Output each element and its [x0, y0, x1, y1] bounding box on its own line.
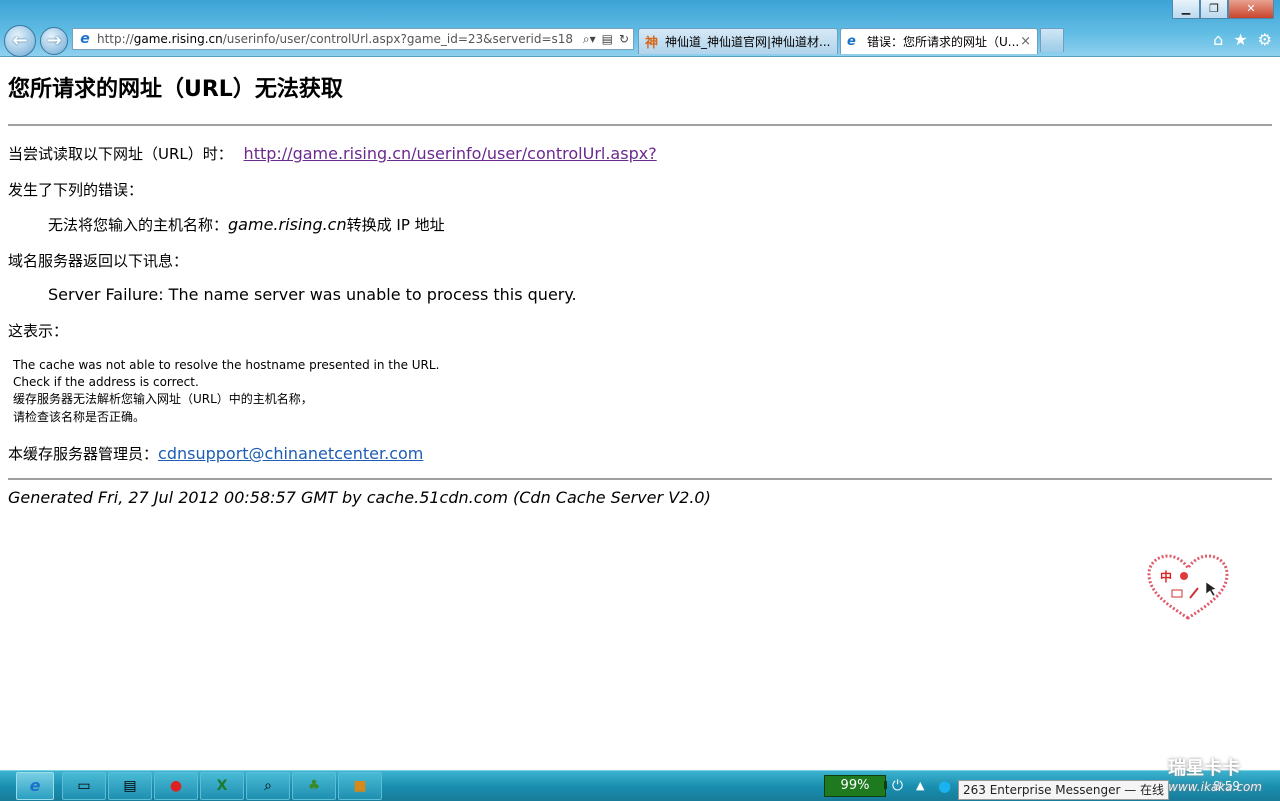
- error-host: game.rising.cn: [228, 215, 347, 234]
- floating-heart-widget[interactable]: 中: [1146, 554, 1230, 622]
- folder-icon: ▭: [77, 778, 91, 794]
- taskbar-android-button[interactable]: ♣: [292, 772, 336, 800]
- search-icon[interactable]: ⌕▾: [583, 32, 596, 47]
- tray-expand-icon[interactable]: ▲: [916, 779, 924, 792]
- taskbar-excel-button[interactable]: X: [200, 772, 244, 800]
- favorites-star-icon[interactable]: ★: [1233, 30, 1247, 49]
- settings-gear-icon[interactable]: ⚙: [1258, 30, 1272, 49]
- taskbar-explorer-button[interactable]: ▭: [62, 772, 106, 800]
- weibo-icon: ●: [169, 778, 183, 794]
- taskbar-ie-button[interactable]: e: [16, 772, 54, 800]
- attempt-line: 当尝试读取以下网址（URL）时： http://game.rising.cn/u…: [8, 144, 657, 163]
- admin-line: 本缓存服务器管理员：cdnsupport@chinanetcenter.com: [8, 444, 424, 463]
- battery-tip: [884, 781, 887, 789]
- refresh-icon[interactable]: ↻: [619, 32, 629, 47]
- tab-shenxiandao[interactable]: 神 神仙道_神仙道官网|神仙道材...: [638, 28, 838, 54]
- address-text[interactable]: http://game.rising.cn/userinfo/user/cont…: [97, 32, 583, 46]
- taskbar: e ▭ ▤ ● X ⌕ ♣ ■ 99% ⏻ ▲ ● 263 Enterprise…: [0, 770, 1280, 801]
- meaning-label: 这表示：: [8, 322, 69, 340]
- tab-label: 神仙道_神仙道官网|神仙道材...: [665, 35, 831, 49]
- power-plug-icon[interactable]: ⏻: [892, 778, 903, 794]
- explain-line-4: 请检查该名称是否正确。: [13, 410, 146, 424]
- admin-email-link[interactable]: cdnsupport@chinanetcenter.com: [158, 444, 423, 463]
- dns-label: 域名服务器返回以下讯息：: [8, 252, 189, 270]
- back-button[interactable]: ←: [4, 25, 36, 57]
- excel-icon: X: [216, 778, 228, 794]
- error-label: 发生了下列的错误：: [8, 181, 144, 199]
- browser-tools: ⌂ ★ ⚙: [1213, 30, 1272, 49]
- ie-favicon-icon: e: [847, 34, 856, 49]
- tab-error-page[interactable]: e 错误：您所请求的网址（U... ×: [840, 28, 1038, 54]
- close-window-button[interactable]: ✕: [1228, 0, 1274, 19]
- magnifier-icon: ⌕: [264, 778, 272, 794]
- restore-button[interactable]: ❐: [1200, 0, 1228, 19]
- ie-page-icon: e: [80, 31, 90, 47]
- battery-indicator[interactable]: 99%: [824, 775, 886, 797]
- error-detail: 无法将您输入的主机名称：game.rising.cn转换成 IP 地址: [48, 215, 445, 234]
- browser-chrome: ▁ ❐ ✕ ← → e http://game.rising.cn/userin…: [0, 0, 1280, 57]
- window-controls: ▁ ❐ ✕: [1172, 0, 1274, 19]
- watermark: 瑞星卡卡 www.ikaka.com: [1168, 758, 1262, 794]
- dns-message: Server Failure: The name server was unab…: [48, 285, 577, 304]
- page-title: 您所请求的网址（URL）无法获取: [8, 77, 343, 102]
- taskbar-search-button[interactable]: ⌕: [246, 772, 290, 800]
- heart-icon: 中: [1147, 554, 1229, 620]
- home-icon[interactable]: ⌂: [1213, 30, 1223, 49]
- new-tab-button[interactable]: [1040, 28, 1064, 52]
- ie-icon: e: [29, 776, 41, 795]
- address-tools: ⌕▾ ▤ ↻: [583, 32, 633, 47]
- compatibility-view-icon[interactable]: ▤: [602, 32, 613, 47]
- back-arrow-icon: ←: [12, 30, 28, 51]
- attempt-url-link[interactable]: http://game.rising.cn/userinfo/user/cont…: [244, 144, 657, 163]
- taskbar-weibo-button[interactable]: ●: [154, 772, 198, 800]
- forward-arrow-icon: →: [46, 30, 62, 51]
- minimize-button[interactable]: ▁: [1172, 0, 1200, 19]
- taskbar-app-button[interactable]: ▤: [108, 772, 152, 800]
- tab-label: 错误：您所请求的网址（U...: [867, 35, 1020, 49]
- qq-tray-icon[interactable]: ●: [938, 777, 951, 795]
- ruixing-icon: ■: [353, 778, 367, 794]
- address-bar[interactable]: e http://game.rising.cn/userinfo/user/co…: [72, 28, 634, 50]
- svg-text:中: 中: [1160, 569, 1172, 584]
- explain-line-1: The cache was not able to resolve the ho…: [13, 358, 440, 372]
- title-divider: [8, 124, 1272, 126]
- close-tab-icon[interactable]: ×: [1020, 34, 1031, 49]
- forward-button[interactable]: →: [40, 27, 68, 55]
- android-icon: ♣: [307, 778, 321, 794]
- document-icon: ▤: [123, 778, 137, 794]
- taskbar-ruixing-button[interactable]: ■: [338, 772, 382, 800]
- tray-notification[interactable]: 263 Enterprise Messenger — 在线: [958, 780, 1170, 800]
- explain-line-3: 缓存服务器无法解析您输入网址（URL）中的主机名称，: [13, 392, 313, 406]
- explain-line-2: Check if the address is correct.: [13, 375, 199, 389]
- generated-footer: Generated Fri, 27 Jul 2012 00:58:57 GMT …: [8, 488, 711, 507]
- footer-divider: [8, 478, 1272, 480]
- game-favicon-icon: 神: [645, 36, 659, 51]
